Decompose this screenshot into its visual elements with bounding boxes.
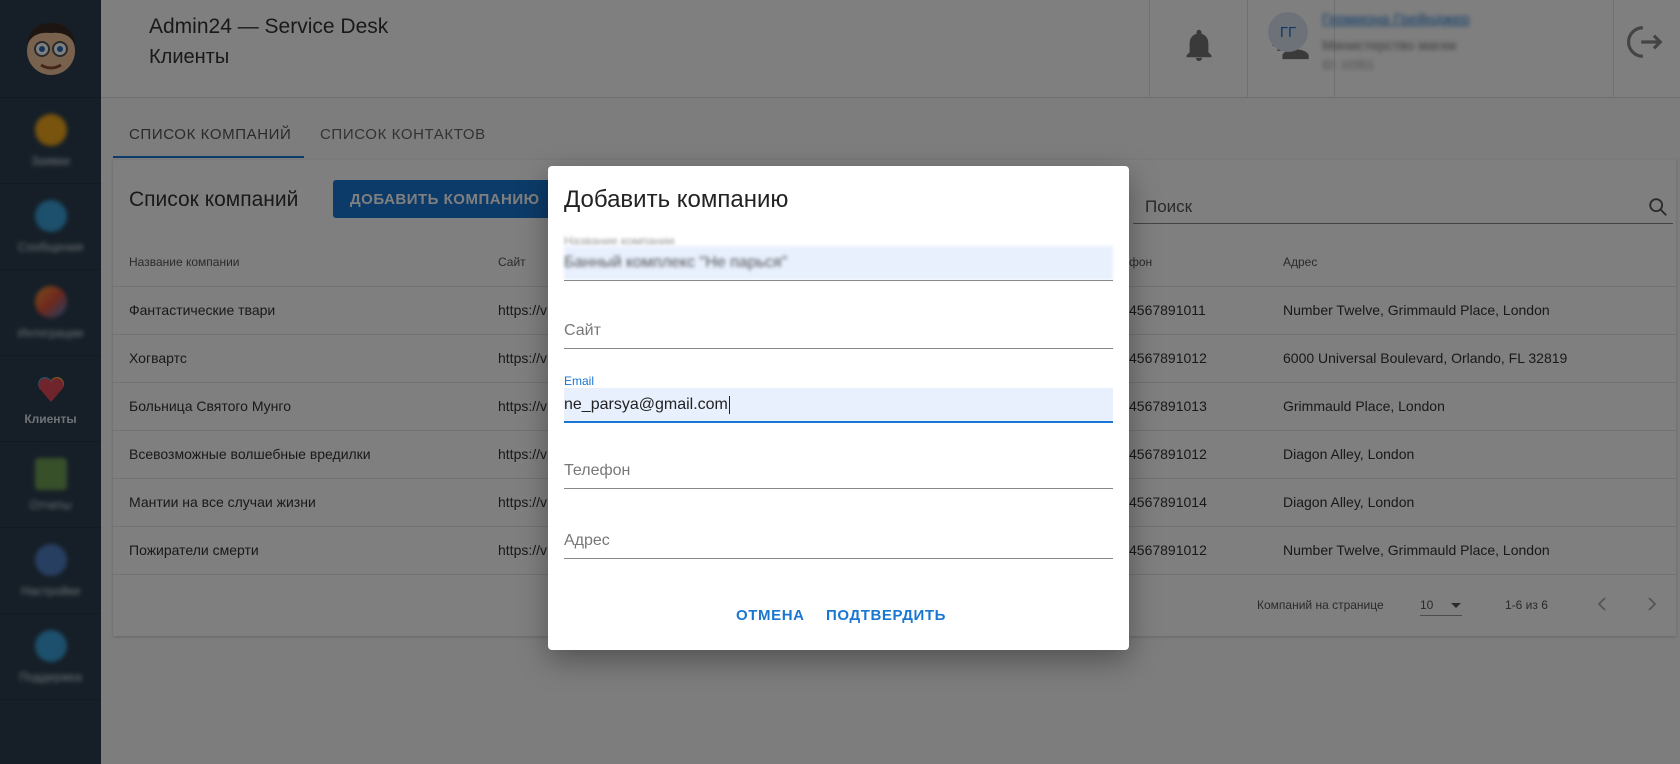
phone-label: Телефон [564,462,631,479]
confirm-button[interactable]: ПОДТВЕРДИТЬ [826,607,946,624]
field-underline [564,280,1113,281]
company-name-input[interactable]: Банный комплекс "Не парься" [564,246,1113,280]
address-field[interactable]: Адрес [564,516,1113,570]
field-underline [564,348,1113,349]
cancel-button[interactable]: ОТМЕНА [736,607,805,624]
email-field[interactable]: Email ne_parsya@gmail.com [564,374,1113,430]
site-field[interactable]: Сайт [564,306,1113,360]
phone-field[interactable]: Телефон [564,446,1113,500]
email-input[interactable]: ne_parsya@gmail.com [564,388,1113,422]
email-label: Email [564,374,595,388]
add-company-dialog: Добавить компанию Название компании Банн… [548,166,1129,650]
field-underline [564,488,1113,489]
email-value: ne_parsya@gmail.com [564,396,728,413]
dialog-title: Добавить компанию [564,186,789,213]
company-name-field[interactable]: Название компании Банный комплекс "Не па… [564,234,1113,288]
field-underline [564,421,1113,423]
field-underline [564,558,1113,559]
text-cursor [728,395,730,414]
site-label: Сайт [564,322,601,339]
address-label: Адрес [564,532,610,549]
